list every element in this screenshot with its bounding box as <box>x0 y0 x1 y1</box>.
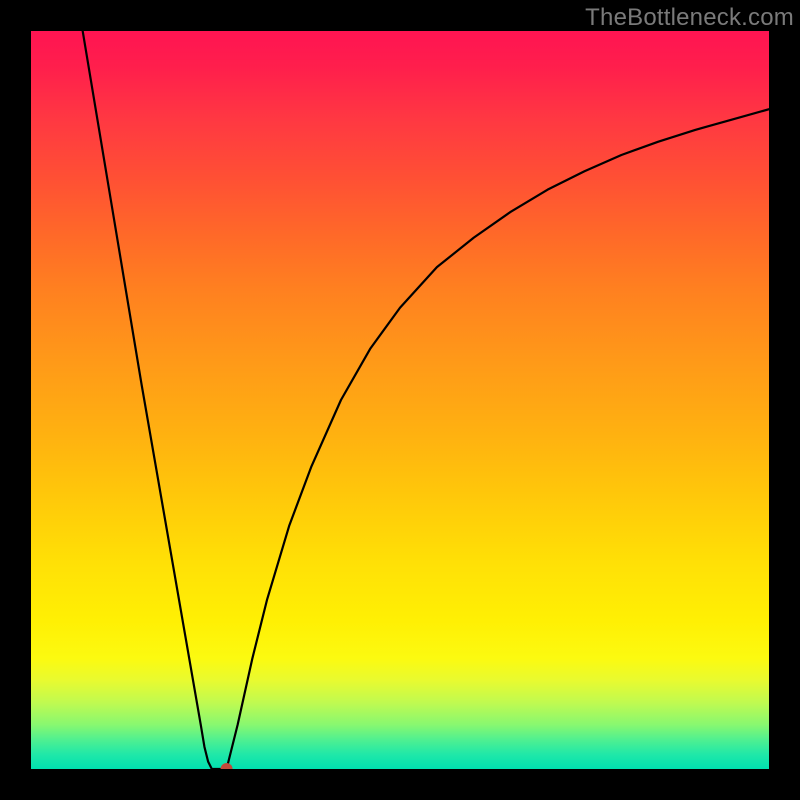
plot-area <box>31 31 769 769</box>
bottleneck-curve <box>83 31 769 769</box>
marker-dot <box>221 763 233 769</box>
chart-curve-svg <box>31 31 769 769</box>
chart-frame <box>31 31 769 769</box>
watermark-text: TheBottleneck.com <box>585 4 794 32</box>
